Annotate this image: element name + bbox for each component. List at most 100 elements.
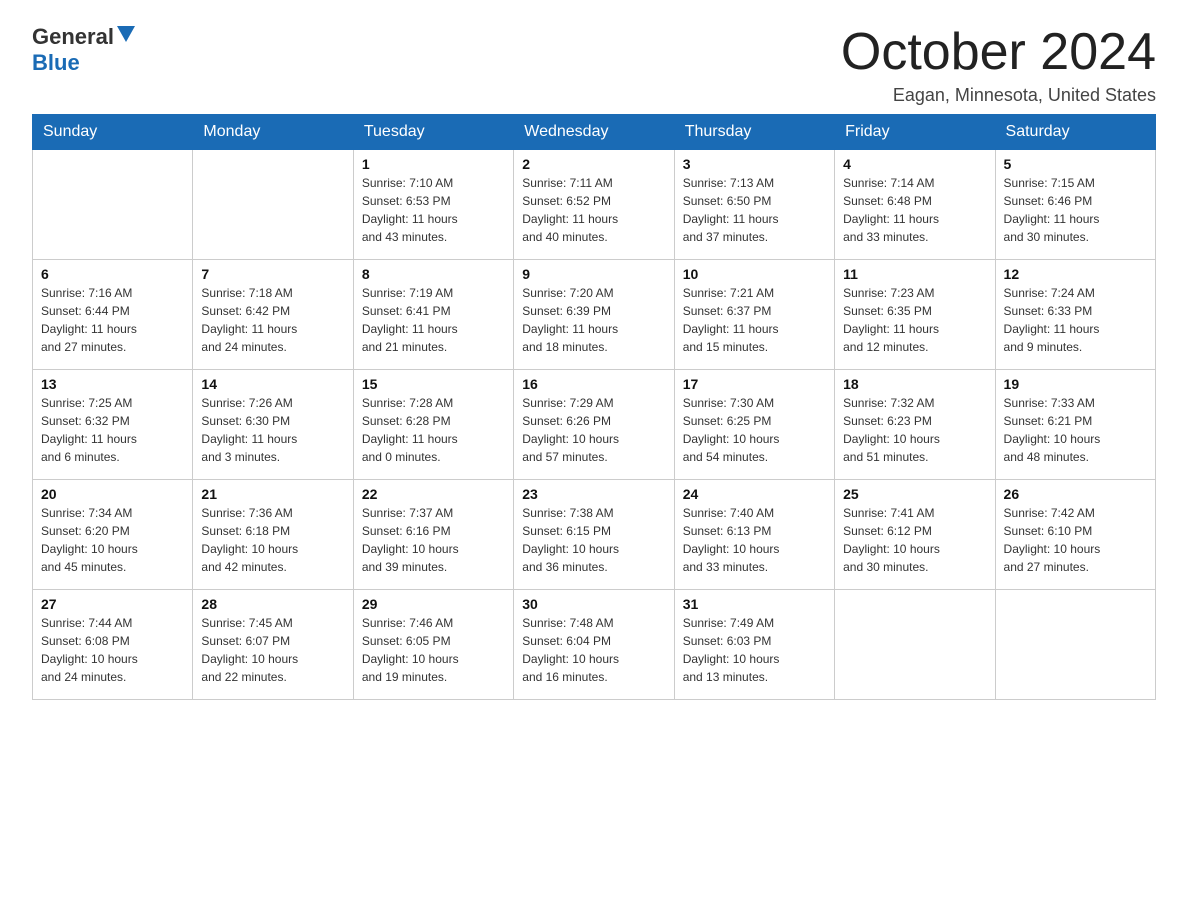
day-number: 16 (522, 376, 665, 392)
day-number: 12 (1004, 266, 1147, 282)
day-info: Sunrise: 7:25 AMSunset: 6:32 PMDaylight:… (41, 394, 184, 466)
day-number: 14 (201, 376, 344, 392)
table-row: 16 Sunrise: 7:29 AMSunset: 6:26 PMDayligh… (514, 370, 674, 480)
day-info: Sunrise: 7:18 AMSunset: 6:42 PMDaylight:… (201, 284, 344, 356)
day-number: 22 (362, 486, 505, 502)
logo-triangle-icon (117, 26, 135, 47)
day-info: Sunrise: 7:38 AMSunset: 6:15 PMDaylight:… (522, 504, 665, 576)
day-number: 2 (522, 156, 665, 172)
day-info: Sunrise: 7:28 AMSunset: 6:28 PMDaylight:… (362, 394, 505, 466)
table-row: 25 Sunrise: 7:41 AMSunset: 6:12 PMDayligh… (835, 480, 995, 590)
table-row: 26 Sunrise: 7:42 AMSunset: 6:10 PMDayligh… (995, 480, 1155, 590)
table-row: 28Sunrise: 7:45 AMSunset: 6:07 PMDayligh… (193, 590, 353, 700)
day-number: 6 (41, 266, 184, 282)
col-saturday: Saturday (995, 115, 1155, 150)
table-row (193, 150, 353, 260)
day-info: Sunrise: 7:16 AMSunset: 6:44 PMDaylight:… (41, 284, 184, 356)
day-number: 27 (41, 596, 184, 612)
table-row: 23 Sunrise: 7:38 AMSunset: 6:15 PMDayligh… (514, 480, 674, 590)
day-info: Sunrise: 7:30 AMSunset: 6:25 PMDaylight:… (683, 394, 826, 466)
day-info: Sunrise: 7:41 AMSunset: 6:12 PMDaylight:… (843, 504, 986, 576)
day-number: 13 (41, 376, 184, 392)
table-row: 2 Sunrise: 7:11 AMSunset: 6:52 PMDaylight… (514, 150, 674, 260)
col-friday: Friday (835, 115, 995, 150)
day-number: 30 (522, 596, 665, 612)
table-row: 21 Sunrise: 7:36 AMSunset: 6:18 PMDayligh… (193, 480, 353, 590)
day-number: 29 (362, 596, 505, 612)
day-number: 10 (683, 266, 826, 282)
table-row: 15 Sunrise: 7:28 AMSunset: 6:28 PMDayligh… (353, 370, 513, 480)
table-row: 31Sunrise: 7:49 AMSunset: 6:03 PMDayligh… (674, 590, 834, 700)
day-info: Sunrise: 7:37 AMSunset: 6:16 PMDaylight:… (362, 504, 505, 576)
calendar-header-row: Sunday Monday Tuesday Wednesday Thursday… (33, 115, 1156, 150)
day-info: Sunrise: 7:20 AMSunset: 6:39 PMDaylight:… (522, 284, 665, 356)
day-info: Sunrise: 7:40 AMSunset: 6:13 PMDaylight:… (683, 504, 826, 576)
table-row: 13 Sunrise: 7:25 AMSunset: 6:32 PMDayligh… (33, 370, 193, 480)
logo: General Blue (32, 24, 135, 76)
day-info: Sunrise: 7:10 AMSunset: 6:53 PMDaylight:… (362, 174, 505, 246)
day-number: 25 (843, 486, 986, 502)
table-row (835, 590, 995, 700)
table-row: 24 Sunrise: 7:40 AMSunset: 6:13 PMDayligh… (674, 480, 834, 590)
day-info: Sunrise: 7:24 AMSunset: 6:33 PMDaylight:… (1004, 284, 1147, 356)
day-info: Sunrise: 7:29 AMSunset: 6:26 PMDaylight:… (522, 394, 665, 466)
table-row: 20 Sunrise: 7:34 AMSunset: 6:20 PMDayligh… (33, 480, 193, 590)
day-info: Sunrise: 7:44 AMSunset: 6:08 PMDaylight:… (41, 614, 184, 686)
table-row: 18 Sunrise: 7:32 AMSunset: 6:23 PMDayligh… (835, 370, 995, 480)
day-number: 19 (1004, 376, 1147, 392)
table-row: 19 Sunrise: 7:33 AMSunset: 6:21 PMDayligh… (995, 370, 1155, 480)
day-number: 24 (683, 486, 826, 502)
table-row: 29 Sunrise: 7:46 AMSunset: 6:05 PMDayligh… (353, 590, 513, 700)
table-row: 3 Sunrise: 7:13 AMSunset: 6:50 PMDaylight… (674, 150, 834, 260)
table-row: 6 Sunrise: 7:16 AMSunset: 6:44 PMDaylight… (33, 260, 193, 370)
day-info: Sunrise: 7:13 AMSunset: 6:50 PMDaylight:… (683, 174, 826, 246)
table-row: 14 Sunrise: 7:26 AMSunset: 6:30 PMDayligh… (193, 370, 353, 480)
day-info: Sunrise: 7:26 AMSunset: 6:30 PMDaylight:… (201, 394, 344, 466)
day-number: 11 (843, 266, 986, 282)
day-info: Sunrise: 7:42 AMSunset: 6:10 PMDaylight:… (1004, 504, 1147, 576)
day-info: Sunrise: 7:23 AMSunset: 6:35 PMDaylight:… (843, 284, 986, 356)
day-number: 20 (41, 486, 184, 502)
day-number: 26 (1004, 486, 1147, 502)
day-info: Sunrise: 7:15 AMSunset: 6:46 PMDaylight:… (1004, 174, 1147, 246)
table-row (995, 590, 1155, 700)
page-header: General Blue October 2024 Eagan, Minneso… (32, 24, 1156, 106)
col-tuesday: Tuesday (353, 115, 513, 150)
table-row: 11 Sunrise: 7:23 AMSunset: 6:35 PMDayligh… (835, 260, 995, 370)
day-number: 18 (843, 376, 986, 392)
col-wednesday: Wednesday (514, 115, 674, 150)
day-number: 4 (843, 156, 986, 172)
table-row (33, 150, 193, 260)
table-row: 4 Sunrise: 7:14 AMSunset: 6:48 PMDaylight… (835, 150, 995, 260)
col-monday: Monday (193, 115, 353, 150)
table-row: 8Sunrise: 7:19 AMSunset: 6:41 PMDaylight… (353, 260, 513, 370)
day-number: 5 (1004, 156, 1147, 172)
page-title: October 2024 (841, 24, 1156, 81)
day-number: 23 (522, 486, 665, 502)
col-thursday: Thursday (674, 115, 834, 150)
day-number: 9 (522, 266, 665, 282)
table-row: 7Sunrise: 7:18 AMSunset: 6:42 PMDaylight… (193, 260, 353, 370)
day-number: 15 (362, 376, 505, 392)
calendar-week-row: 1Sunrise: 7:10 AMSunset: 6:53 PMDaylight… (33, 150, 1156, 260)
day-number: 21 (201, 486, 344, 502)
table-row: 27 Sunrise: 7:44 AMSunset: 6:08 PMDayligh… (33, 590, 193, 700)
day-info: Sunrise: 7:11 AMSunset: 6:52 PMDaylight:… (522, 174, 665, 246)
day-info: Sunrise: 7:32 AMSunset: 6:23 PMDaylight:… (843, 394, 986, 466)
calendar-table: Sunday Monday Tuesday Wednesday Thursday… (32, 114, 1156, 700)
day-number: 17 (683, 376, 826, 392)
day-info: Sunrise: 7:46 AMSunset: 6:05 PMDaylight:… (362, 614, 505, 686)
table-row: 10Sunrise: 7:21 AMSunset: 6:37 PMDayligh… (674, 260, 834, 370)
day-number: 8 (362, 266, 505, 282)
table-row: 22 Sunrise: 7:37 AMSunset: 6:16 PMDayligh… (353, 480, 513, 590)
day-info: Sunrise: 7:45 AMSunset: 6:07 PMDaylight:… (201, 614, 344, 686)
logo-blue-text: Blue (32, 50, 80, 75)
day-info: Sunrise: 7:36 AMSunset: 6:18 PMDaylight:… (201, 504, 344, 576)
day-info: Sunrise: 7:33 AMSunset: 6:21 PMDaylight:… (1004, 394, 1147, 466)
day-info: Sunrise: 7:14 AMSunset: 6:48 PMDaylight:… (843, 174, 986, 246)
day-number: 3 (683, 156, 826, 172)
calendar-week-row: 6 Sunrise: 7:16 AMSunset: 6:44 PMDaylight… (33, 260, 1156, 370)
day-info: Sunrise: 7:34 AMSunset: 6:20 PMDaylight:… (41, 504, 184, 576)
calendar-week-row: 13 Sunrise: 7:25 AMSunset: 6:32 PMDayligh… (33, 370, 1156, 480)
day-info: Sunrise: 7:49 AMSunset: 6:03 PMDaylight:… (683, 614, 826, 686)
